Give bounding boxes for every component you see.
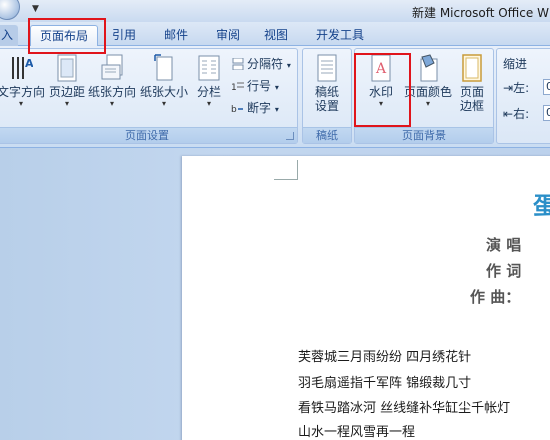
lyric-line: 山水一程风雪再一程 bbox=[298, 425, 416, 440]
indent-right-input[interactable]: 0 bbox=[543, 105, 550, 121]
lyric-line: 羽毛扇遥指千军阵 锦缎裁几寸 bbox=[298, 376, 472, 391]
manuscript-icon bbox=[317, 54, 337, 82]
office-button[interactable] bbox=[0, 0, 20, 20]
indent-left-icon: ⇥ bbox=[503, 81, 514, 95]
group-manuscript: 稿纸 设置 稿纸 bbox=[302, 48, 352, 144]
breaks-label: 分隔符 bbox=[247, 57, 284, 71]
manuscript-settings-label-1: 稿纸 bbox=[314, 85, 339, 99]
quick-access-dropdown-icon[interactable]: ▼ bbox=[32, 4, 39, 14]
hyphenation-icon: b bbox=[231, 105, 243, 114]
highlight-watermark bbox=[354, 53, 411, 127]
orientation-label: 纸张方向 bbox=[87, 85, 136, 99]
svg-text:A: A bbox=[25, 57, 33, 70]
tab-review[interactable]: 审阅 bbox=[208, 25, 248, 46]
chevron-down-icon: ▾ bbox=[206, 99, 211, 108]
paper-size-icon bbox=[154, 54, 173, 81]
group-page-setup: A 文字方向 ▾ 页边距 ▾ 纸张方向 ▾ 纸张大小 ▾ 分栏 ▾ 分隔符 ▾ … bbox=[0, 48, 298, 144]
indent-left-label: ⇥左: bbox=[503, 81, 530, 95]
margin-corner-mark bbox=[274, 160, 298, 180]
chevron-down-icon: ▾ bbox=[64, 99, 69, 108]
page-borders-label-1: 页面 bbox=[459, 85, 484, 99]
line-numbers-button[interactable]: 1 行号 ▾ bbox=[231, 77, 279, 94]
chevron-down-icon: ▾ bbox=[109, 99, 114, 108]
breaks-icon bbox=[232, 58, 244, 70]
document-title: 蛋 bbox=[533, 191, 550, 220]
orientation-button[interactable]: 纸张方向 ▾ bbox=[87, 53, 137, 109]
svg-text:b: b bbox=[231, 105, 237, 114]
size-button[interactable]: 纸张大小 ▾ bbox=[139, 53, 189, 109]
hyphenation-label: 断字 bbox=[247, 101, 272, 115]
tab-view[interactable]: 视图 bbox=[256, 25, 296, 46]
tab-insert-partial[interactable]: 入 bbox=[0, 25, 18, 46]
tab-references[interactable]: 引用 bbox=[104, 25, 144, 46]
line-numbers-icon: 1 bbox=[231, 82, 244, 92]
margins-button[interactable]: 页边距 ▾ bbox=[49, 53, 85, 109]
page-borders-button[interactable]: 页面 边框 bbox=[455, 53, 489, 113]
page-borders-label-2: 边框 bbox=[459, 99, 484, 113]
ribbon: A 文字方向 ▾ 页边距 ▾ 纸张方向 ▾ 纸张大小 ▾ 分栏 ▾ 分隔符 ▾ … bbox=[0, 46, 550, 148]
line-numbers-label: 行号 bbox=[247, 79, 272, 93]
text-direction-label: 文字方向 bbox=[0, 85, 46, 99]
indent-heading: 缩进 bbox=[503, 57, 528, 71]
margins-icon bbox=[57, 54, 77, 82]
tab-developer[interactable]: 开发工具 bbox=[308, 25, 372, 46]
hyphenation-button[interactable]: b 断字 ▾ bbox=[231, 99, 279, 116]
columns-label: 分栏 bbox=[196, 85, 221, 99]
doc-singer: 演 唱 bbox=[486, 236, 522, 254]
indent-right-label: ⇤右: bbox=[503, 107, 530, 121]
margins-label: 页边距 bbox=[49, 85, 86, 99]
manuscript-settings-button[interactable]: 稿纸 设置 bbox=[307, 53, 347, 113]
dialog-launcher-icon[interactable] bbox=[286, 132, 294, 140]
columns-button[interactable]: 分栏 ▾ bbox=[193, 53, 225, 109]
group-page-setup-label: 页面设置 bbox=[0, 127, 297, 143]
chevron-down-icon: ▾ bbox=[18, 99, 23, 108]
chevron-down-icon: ▾ bbox=[274, 105, 279, 114]
indent-left-input[interactable]: 0 bbox=[543, 79, 550, 95]
indent-right-icon: ⇤ bbox=[503, 107, 514, 121]
lyric-line: 芙蓉城三月雨纷纷 四月绣花针 bbox=[298, 350, 472, 365]
group-indent: 缩进 ⇥左: 0 ⇤右: 0 bbox=[496, 48, 550, 144]
columns-icon bbox=[198, 55, 220, 81]
chevron-down-icon: ▾ bbox=[274, 83, 279, 92]
highlight-tab-page-layout bbox=[28, 18, 106, 54]
page-color-icon bbox=[420, 54, 438, 82]
doc-composer: 作 曲： bbox=[470, 288, 521, 306]
window-title: 新建 Microsoft Office W bbox=[412, 6, 549, 20]
group-manuscript-label: 稿纸 bbox=[303, 127, 351, 143]
breaks-button[interactable]: 分隔符 ▾ bbox=[231, 55, 291, 72]
manuscript-settings-label-2: 设置 bbox=[314, 99, 339, 113]
text-direction-icon: A bbox=[12, 57, 33, 79]
doc-lyricist: 作 词 bbox=[486, 262, 522, 280]
tab-mailings[interactable]: 邮件 bbox=[156, 25, 196, 46]
page-borders-icon bbox=[462, 54, 482, 82]
svg-text:1: 1 bbox=[231, 83, 237, 92]
orientation-icon bbox=[101, 54, 123, 80]
chevron-down-icon: ▾ bbox=[286, 61, 291, 70]
text-direction-button[interactable]: A 文字方向 ▾ bbox=[0, 53, 45, 109]
chevron-down-icon: ▾ bbox=[161, 99, 166, 108]
size-label: 纸张大小 bbox=[139, 85, 188, 99]
lyric-line: 看铁马踏冰河 丝线缝补华缸尘千帐灯 bbox=[298, 401, 511, 416]
group-page-background-label: 页面背景 bbox=[355, 127, 493, 143]
